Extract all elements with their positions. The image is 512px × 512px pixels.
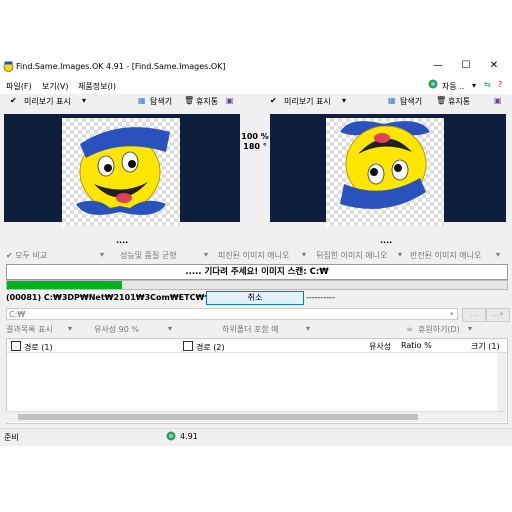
dropdown-icon[interactable]: ▾: [82, 96, 86, 105]
left-preview-image: [62, 118, 180, 226]
dropdown-icon[interactable]: ▾: [302, 250, 306, 259]
maximize-button[interactable]: ☐: [452, 58, 480, 74]
smiley-image-rotated: [340, 121, 430, 209]
dropdown-icon[interactable]: ▾: [496, 250, 500, 259]
menu-file[interactable]: 파일(F): [6, 81, 32, 92]
right-explorer-button[interactable]: 탐색기: [400, 96, 422, 107]
right-dots: ....: [380, 236, 393, 245]
dropdown-icon[interactable]: ▾: [168, 324, 172, 333]
info-icon[interactable]: ?: [498, 80, 502, 89]
zoom-level: 100 %: [241, 132, 269, 141]
minimize-button[interactable]: —: [424, 58, 452, 74]
quality-balance-option[interactable]: 성능및 품질 균형: [120, 250, 177, 261]
subfolder-option[interactable]: 하위폴더 포함 예: [222, 324, 279, 335]
header-ratio[interactable]: Ratio %: [401, 341, 432, 350]
globe-icon[interactable]: [428, 79, 438, 91]
scan-path: (00081) C:₩3DP₩Net₩2101₩3Com₩ETC₩*.*: [6, 293, 216, 302]
options-icon[interactable]: ▣: [226, 96, 234, 105]
recycle-button[interactable]: 휴원하기(D): [418, 324, 460, 335]
left-dots: ....: [116, 236, 129, 245]
left-toolbar: ✔ 미리보기 표시 ▾ ▦ 탐색기 🗑 휴지통 ▣: [4, 96, 240, 110]
left-preview-panel: [4, 114, 240, 226]
status-text: 준비: [4, 433, 19, 442]
distorted-image-option[interactable]: 피진된 이미지 애니오: [218, 250, 289, 261]
filter-row: 결과목록 표시 ▾ 유사성 90 % ▾ 하위폴더 포함 예 ▾ ☕ 휴원하기(…: [6, 324, 506, 336]
header-divider: [7, 352, 507, 353]
right-preview-toggle[interactable]: 미리보기 표시: [284, 96, 331, 107]
rotation-angle: 180 °: [243, 142, 267, 151]
menu-product-info[interactable]: 제품정보(I): [78, 81, 116, 92]
dropdown-icon[interactable]: ▾: [342, 96, 346, 105]
inverted-image-option[interactable]: 반전된 이미지 애니오: [410, 250, 481, 261]
left-trash-button[interactable]: 휴지통: [196, 96, 218, 107]
window-title: Find.Same.Images.OK 4.91 - [Find.Same.Im…: [16, 62, 226, 71]
add-folder-button[interactable]: ...+: [486, 308, 510, 322]
directory-field[interactable]: C:₩: [6, 308, 458, 320]
dropdown-icon[interactable]: ▾: [204, 250, 208, 259]
dropdown-icon[interactable]: ▾: [450, 310, 454, 318]
right-toolbar: ✔ 미리보기 표시 ▾ ▦ 탐색기 🗑 휴지통 ▣: [270, 96, 506, 110]
progress-fill: [7, 281, 122, 289]
header-size[interactable]: 크기 (1): [471, 341, 500, 352]
progress-bar: [6, 280, 508, 290]
status-bar: 준비 4.91: [0, 428, 512, 443]
dropdown-icon[interactable]: ▾: [100, 250, 104, 259]
close-button[interactable]: ✕: [480, 58, 508, 74]
left-explorer-button[interactable]: 탐색기: [150, 96, 172, 107]
scan-path-suffix: ----------: [306, 293, 335, 302]
result-list-option[interactable]: 결과목록 표시: [6, 324, 53, 335]
menu-bar: 파일(F) 보기(V) 제품정보(I) 자동 .. ▾ ⇆ ?: [0, 78, 512, 94]
status-banner: ..... 기다려 주세요! 이미지 스캔: C:₩: [6, 264, 508, 280]
vertical-scrollbar[interactable]: [497, 353, 506, 411]
version-text: 4.91: [180, 432, 198, 441]
globe-icon: [166, 431, 176, 443]
checkbox[interactable]: [183, 341, 193, 351]
browse-button[interactable]: ...: [462, 308, 486, 322]
share-icon[interactable]: ⇆: [484, 80, 491, 89]
dropdown-icon[interactable]: ▾: [468, 324, 472, 333]
similarity-option[interactable]: 유사성 90 %: [94, 324, 139, 335]
compare-all-option[interactable]: ✔ 모두 비교: [6, 250, 47, 261]
check-icon: ✔: [270, 96, 277, 105]
trash-icon[interactable]: 🗑: [436, 96, 446, 105]
flipped-image-option[interactable]: 뒤집힌 이미지 애니오: [316, 250, 387, 261]
explorer-icon[interactable]: ▦: [138, 96, 146, 105]
explorer-icon[interactable]: ▦: [388, 96, 396, 105]
app-icon: [3, 61, 14, 72]
right-preview-panel: [270, 114, 506, 226]
dropdown-icon[interactable]: ▾: [306, 324, 310, 333]
scroll-thumb[interactable]: [18, 414, 418, 420]
cancel-button[interactable]: 취소: [206, 291, 304, 305]
dropdown-icon[interactable]: ▾: [68, 324, 72, 333]
check-icon: ✔: [10, 96, 17, 105]
checkbox[interactable]: [11, 341, 21, 351]
right-preview-image: [326, 118, 444, 226]
smiley-image: [76, 127, 170, 215]
auto-menu[interactable]: 자동 ..: [442, 81, 464, 92]
menu-view[interactable]: 보기(V): [42, 81, 68, 92]
header-similarity[interactable]: 유사성: [369, 341, 391, 352]
left-preview-toggle[interactable]: 미리보기 표시: [24, 96, 71, 107]
options-row: ✔ 모두 비교 ▾ 성능및 품질 균형 ▾ 피진된 이미지 애니오 ▾ 뒤집힌 …: [6, 250, 506, 262]
right-trash-button[interactable]: 휴지통: [448, 96, 470, 107]
horizontal-scrollbar[interactable]: [6, 411, 506, 422]
options-icon[interactable]: ▣: [494, 96, 502, 105]
help-icon[interactable]: ▾: [472, 81, 476, 90]
dropdown-icon[interactable]: ▾: [398, 250, 402, 259]
trash-icon[interactable]: 🗑: [184, 96, 194, 105]
recycle-icon[interactable]: ☕: [406, 324, 413, 333]
